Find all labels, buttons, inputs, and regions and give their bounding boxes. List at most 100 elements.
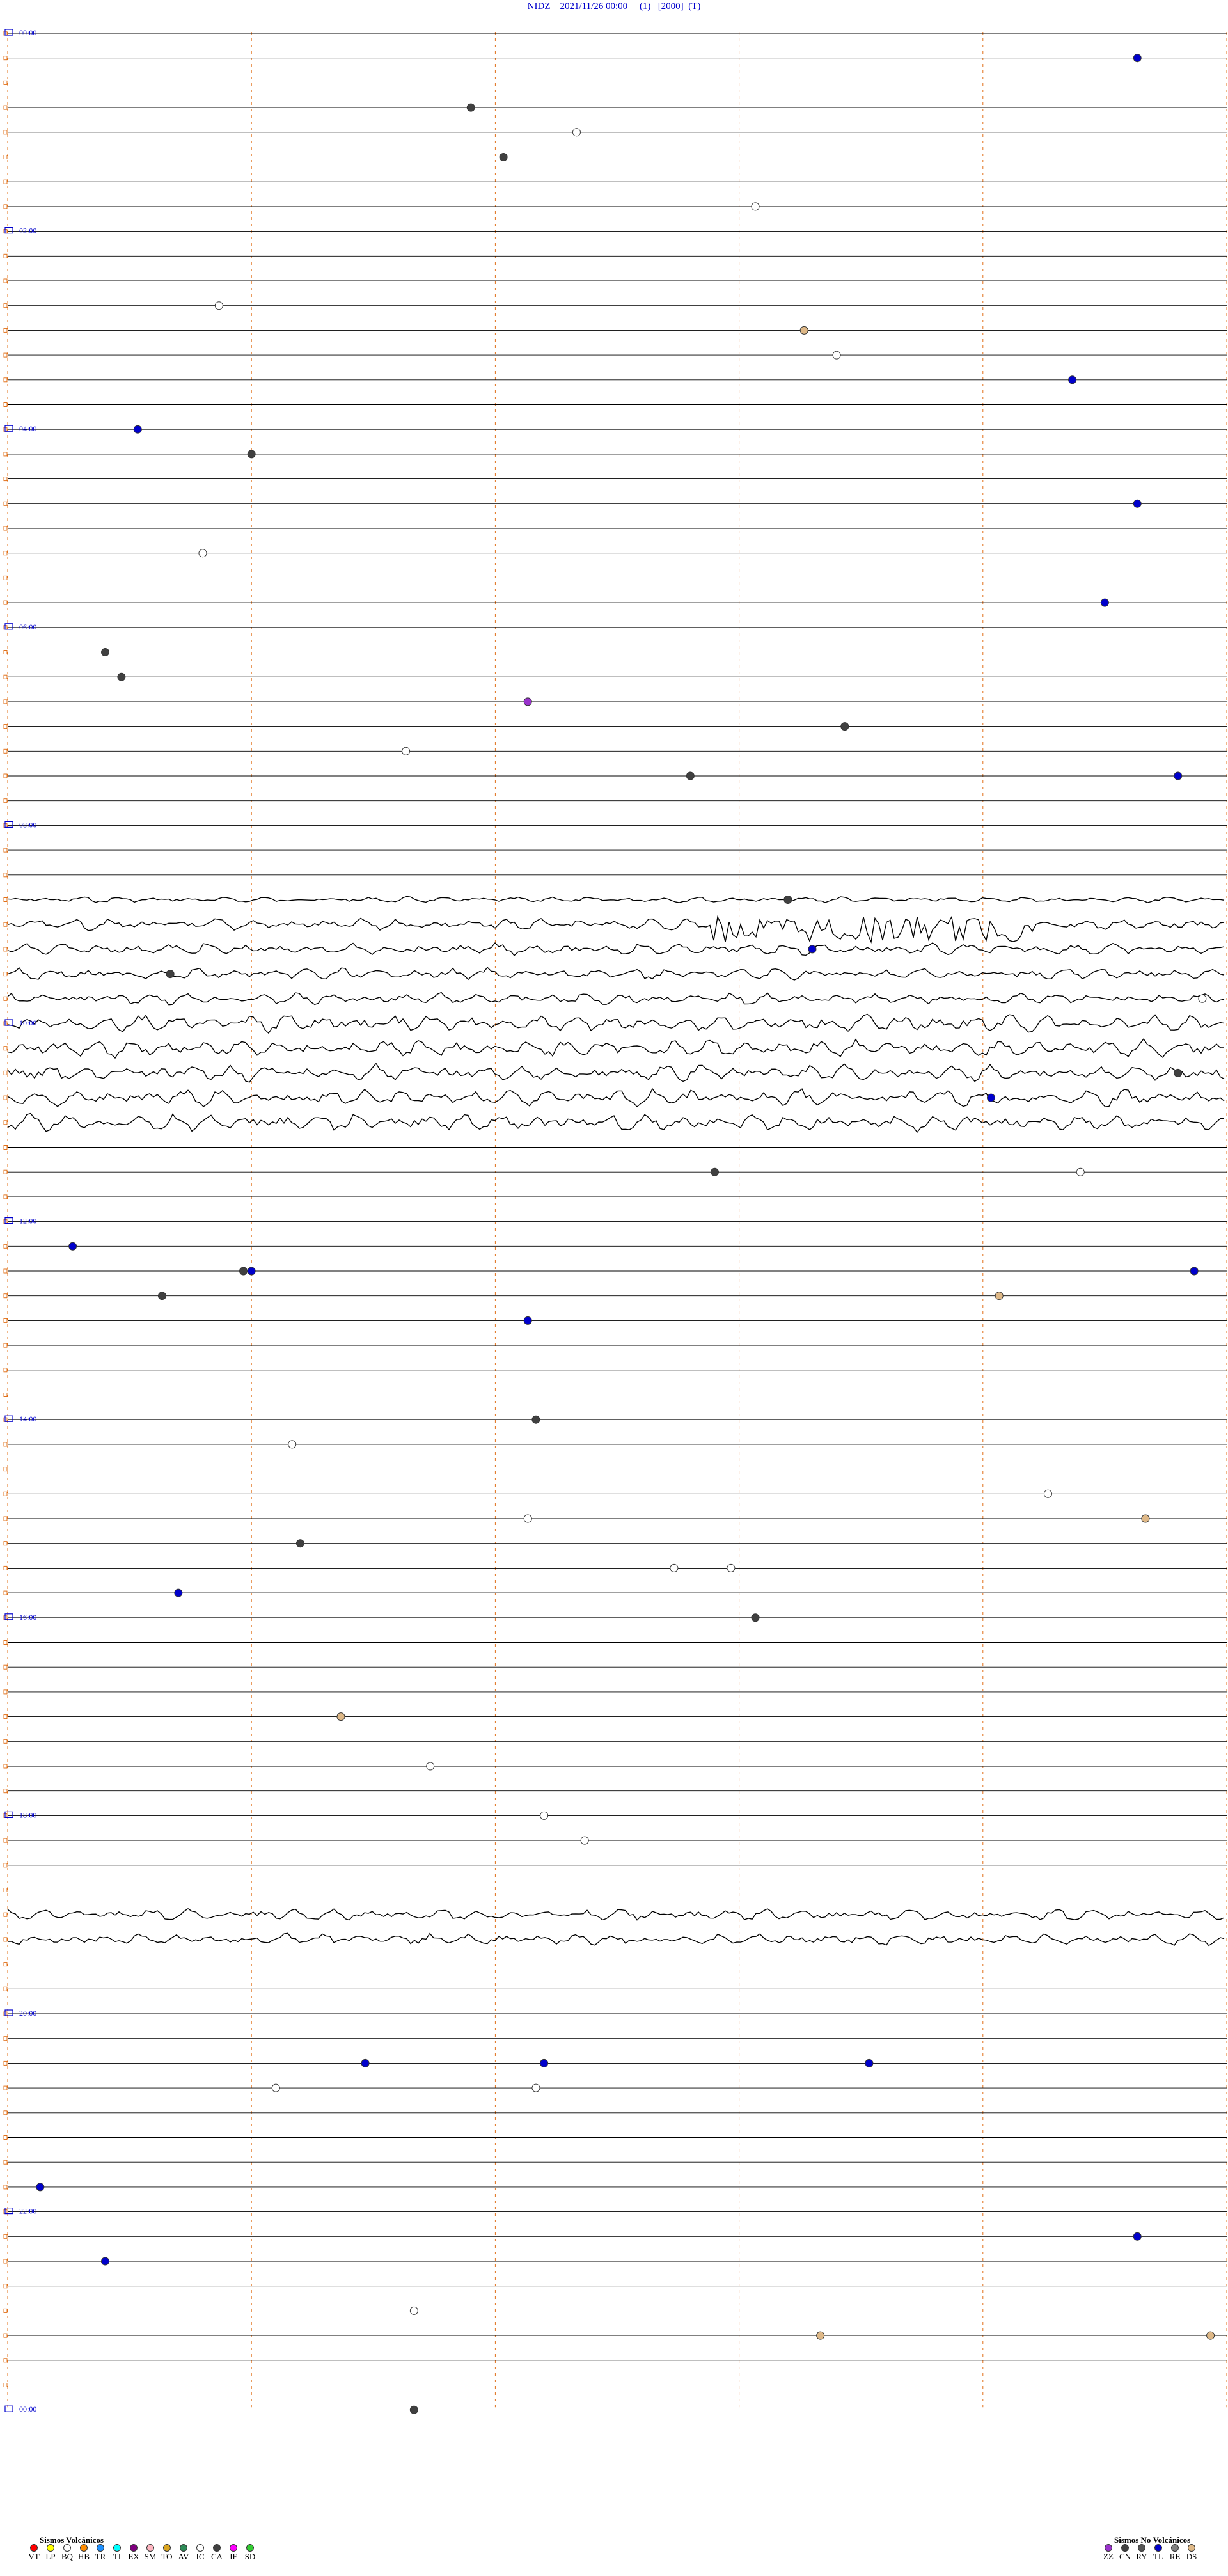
legend-code: CA — [210, 2552, 223, 2561]
legend-item-re: RE — [1167, 2544, 1183, 2562]
event-marker-ca — [783, 896, 792, 904]
legend-code: IF — [230, 2552, 237, 2561]
row-start-tick — [3, 1565, 8, 1570]
legend-code: RE — [1169, 2552, 1181, 2561]
row-start-tick — [3, 352, 8, 358]
trace-row — [7, 915, 1225, 944]
row-start-tick — [3, 56, 8, 61]
legend-item-bq: BQ — [59, 2544, 75, 2562]
row-start-tick — [3, 1194, 8, 1199]
row-start-tick — [3, 452, 8, 457]
row-start-tick — [3, 1640, 8, 1645]
legend-dot-icon — [47, 2544, 54, 2552]
event-marker-tl — [808, 945, 817, 954]
legend-dot-icon — [1105, 2544, 1112, 2552]
event-marker-ic — [580, 1836, 589, 1845]
row-start-tick — [3, 724, 8, 729]
event-marker-ds — [799, 326, 808, 335]
event-marker-tl — [1068, 375, 1077, 384]
event-marker-tl — [36, 2183, 45, 2192]
event-marker-ca — [686, 771, 695, 780]
row-start-tick — [3, 1912, 8, 1917]
event-marker-ca — [466, 103, 475, 112]
trace-row — [7, 967, 1225, 981]
legend-dot-icon — [97, 2544, 104, 2552]
event-marker-ca — [751, 1613, 760, 1622]
row-start-tick — [3, 2259, 8, 2264]
event-marker-ic — [572, 128, 581, 137]
row-start-tick — [3, 1590, 8, 1595]
event-marker-ca — [166, 970, 175, 979]
trace-row — [7, 1932, 1225, 1947]
trace-row — [7, 896, 1225, 903]
hour-box-icon — [4, 1613, 13, 1620]
row-start-tick — [3, 1268, 8, 1274]
legend-item-sd: SD — [242, 2544, 258, 2562]
trace-row — [7, 1013, 1225, 1034]
event-marker-ca — [840, 722, 849, 731]
legend-dot-icon — [30, 2544, 38, 2552]
legend-dot-icon — [130, 2544, 138, 2552]
hour-box-icon — [4, 1811, 13, 1818]
event-marker-ds — [995, 1292, 1004, 1300]
trace-row — [7, 942, 1225, 956]
row-start-tick — [3, 2135, 8, 2140]
legend-dot-icon — [163, 2544, 171, 2552]
row-start-tick — [3, 2060, 8, 2066]
event-marker-tl — [1174, 771, 1183, 780]
event-marker-tl — [1133, 54, 1142, 63]
hour-label: 08:00 — [19, 820, 36, 829]
row-start-tick — [3, 1120, 8, 1125]
row-start-tick — [3, 773, 8, 778]
row-start-tick — [3, 80, 8, 85]
hour-box-icon — [4, 2405, 13, 2412]
hour-label: 10:00 — [19, 1018, 36, 1027]
legend-code: AV — [178, 2552, 189, 2561]
hour-box-icon — [4, 2208, 13, 2215]
event-marker-ca — [239, 1267, 248, 1276]
legend-code: SM — [144, 2552, 157, 2561]
legend-dot-icon — [213, 2544, 221, 2552]
legend-dot-icon — [1171, 2544, 1179, 2552]
event-marker-ic — [1076, 1167, 1085, 1176]
row-start-tick — [3, 972, 8, 977]
hour-box-icon — [4, 623, 13, 630]
hour-label: 22:00 — [19, 2207, 36, 2216]
hour-box-icon — [4, 29, 13, 36]
trace-row — [7, 992, 1225, 1006]
event-marker-ic — [271, 2083, 280, 2092]
hour-box-icon — [4, 227, 13, 234]
event-marker-tl — [1100, 598, 1109, 607]
row-start-tick — [3, 278, 8, 283]
event-marker-ca — [295, 1539, 304, 1548]
row-start-tick — [3, 600, 8, 605]
hour-label: 18:00 — [19, 1810, 36, 1819]
legend-item-vt: VT — [26, 2544, 42, 2562]
legend-dot-icon — [80, 2544, 88, 2552]
legend-dot-icon — [1121, 2544, 1129, 2552]
row-start-tick — [3, 377, 8, 383]
trace-row — [7, 1087, 1225, 1108]
row-start-tick — [3, 699, 8, 704]
row-start-tick — [3, 2234, 8, 2239]
row-start-tick — [3, 674, 8, 679]
event-marker-ic — [832, 351, 841, 360]
legend-dot-icon — [196, 2544, 204, 2552]
row-start-tick — [3, 1145, 8, 1150]
event-marker-tl — [1133, 499, 1142, 508]
row-start-tick — [3, 1838, 8, 1843]
legend-code: TL — [1153, 2552, 1163, 2561]
legend-dot-icon — [246, 2544, 254, 2552]
row-start-tick — [3, 2358, 8, 2363]
event-marker-ds — [336, 1712, 345, 1721]
row-start-tick — [3, 1986, 8, 1991]
row-start-tick — [3, 922, 8, 927]
event-marker-ic — [751, 202, 760, 211]
row-start-tick — [3, 1467, 8, 1472]
row-start-tick — [3, 1664, 8, 1670]
row-start-tick — [3, 798, 8, 803]
event-marker-ic — [426, 1762, 435, 1771]
legend-code: HB — [77, 2552, 90, 2561]
event-marker-ca — [117, 672, 126, 681]
hour-label: 00:00 — [19, 28, 36, 37]
